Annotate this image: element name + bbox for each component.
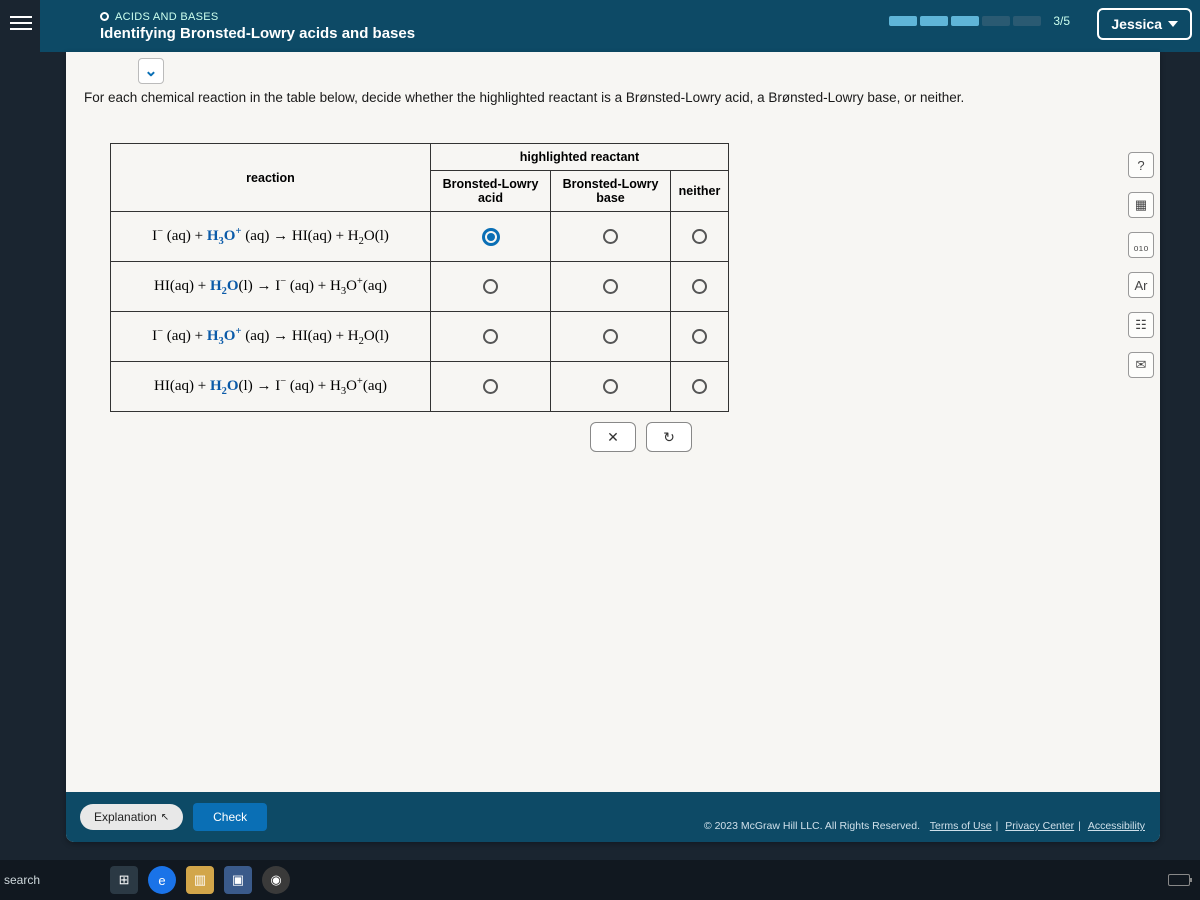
radio-neither[interactable] <box>692 279 707 294</box>
radio-base[interactable] <box>603 379 618 394</box>
topic-text: ACIDS AND BASES <box>115 11 219 23</box>
taskbar-search[interactable]: search <box>4 873 40 887</box>
th-base: Bronsted-Lowry base <box>551 171 671 212</box>
reference-icon[interactable]: ☷ <box>1128 312 1154 338</box>
radio-acid[interactable] <box>483 279 498 294</box>
terms-link[interactable]: Terms of Use <box>930 820 992 832</box>
battery-icon[interactable] <box>1168 874 1190 886</box>
os-taskbar: search ⊞ e ▥ ▣ ◉ <box>0 860 1200 900</box>
accessibility-link[interactable]: Accessibility <box>1088 820 1145 832</box>
periodic-table-icon[interactable]: Ar <box>1128 272 1154 298</box>
progress-bar <box>889 16 1041 26</box>
collapse-toggle[interactable]: ⌄ <box>138 58 164 84</box>
radio-neither[interactable] <box>692 229 707 244</box>
th-highlighted: highlighted reactant <box>431 144 729 171</box>
progress-area: 3/5 <box>889 14 1070 28</box>
chart-icon[interactable]: ₀₁₀ <box>1128 232 1154 258</box>
radio-base[interactable] <box>603 279 618 294</box>
chevron-down-icon <box>1168 21 1178 27</box>
user-name: Jessica <box>1111 16 1162 32</box>
radio-base[interactable] <box>603 329 618 344</box>
reaction-cell: HI(aq) + H2O(l) → I− (aq) + H3O+(aq) <box>111 362 431 412</box>
reaction-table: reaction highlighted reactant Bronsted-L… <box>110 143 729 412</box>
task-view-icon[interactable]: ⊞ <box>110 866 138 894</box>
th-reaction: reaction <box>111 144 431 212</box>
help-icon[interactable]: ? <box>1128 152 1154 178</box>
copyright-line: © 2023 McGraw Hill LLC. All Rights Reser… <box>704 820 1146 832</box>
privacy-link[interactable]: Privacy Center <box>1005 820 1074 832</box>
th-acid: Bronsted-Lowry acid <box>431 171 551 212</box>
tool-rail: ? ▦ ₀₁₀ Ar ☷ ✉ <box>1128 152 1154 378</box>
radio-acid[interactable] <box>482 228 500 246</box>
radio-base[interactable] <box>603 229 618 244</box>
explanation-label: Explanation <box>94 810 157 824</box>
th-neither: neither <box>671 171 729 212</box>
explanation-button[interactable]: Explanation ↖ <box>80 804 183 830</box>
table-row: I− (aq) + H3O+ (aq) → HI(aq) + H2O(l) <box>111 312 729 362</box>
explorer-icon[interactable]: ▥ <box>186 866 214 894</box>
clear-button[interactable]: ✕ <box>590 422 636 452</box>
progress-text: 3/5 <box>1053 14 1070 28</box>
reaction-cell: I− (aq) + H3O+ (aq) → HI(aq) + H2O(l) <box>111 312 431 362</box>
radio-acid[interactable] <box>483 379 498 394</box>
cursor-icon: ↖ <box>161 812 169 823</box>
topic-dot-icon <box>100 12 109 21</box>
card-footer: Explanation ↖ Check © 2023 McGraw Hill L… <box>66 792 1160 842</box>
topic-label: ACIDS AND BASES <box>100 11 415 23</box>
table-row: HI(aq) + H2O(l) → I− (aq) + H3O+(aq) <box>111 362 729 412</box>
table-row: I− (aq) + H3O+ (aq) → HI(aq) + H2O(l) <box>111 212 729 262</box>
user-menu[interactable]: Jessica <box>1097 8 1192 40</box>
prompt-text: For each chemical reaction in the table … <box>66 52 1160 117</box>
check-button[interactable]: Check <box>193 803 267 831</box>
content-card: ⌄ For each chemical reaction in the tabl… <box>66 52 1160 842</box>
table-row: HI(aq) + H2O(l) → I− (aq) + H3O+(aq) <box>111 262 729 312</box>
reaction-cell: I− (aq) + H3O+ (aq) → HI(aq) + H2O(l) <box>111 212 431 262</box>
mail-icon[interactable]: ✉ <box>1128 352 1154 378</box>
radio-neither[interactable] <box>692 379 707 394</box>
radio-acid[interactable] <box>483 329 498 344</box>
store-icon[interactable]: ▣ <box>224 866 252 894</box>
reaction-cell: HI(aq) + H2O(l) → I− (aq) + H3O+(aq) <box>111 262 431 312</box>
radio-neither[interactable] <box>692 329 707 344</box>
reset-button[interactable]: ↻ <box>646 422 692 452</box>
app-header: ACIDS AND BASES Identifying Bronsted-Low… <box>40 0 1200 52</box>
edge-icon[interactable]: e <box>148 866 176 894</box>
calculator-icon[interactable]: ▦ <box>1128 192 1154 218</box>
copyright-text: © 2023 McGraw Hill LLC. All Rights Reser… <box>704 820 920 832</box>
menu-button[interactable] <box>8 10 34 36</box>
page-subtitle: Identifying Bronsted-Lowry acids and bas… <box>100 25 415 42</box>
chrome-icon[interactable]: ◉ <box>262 866 290 894</box>
